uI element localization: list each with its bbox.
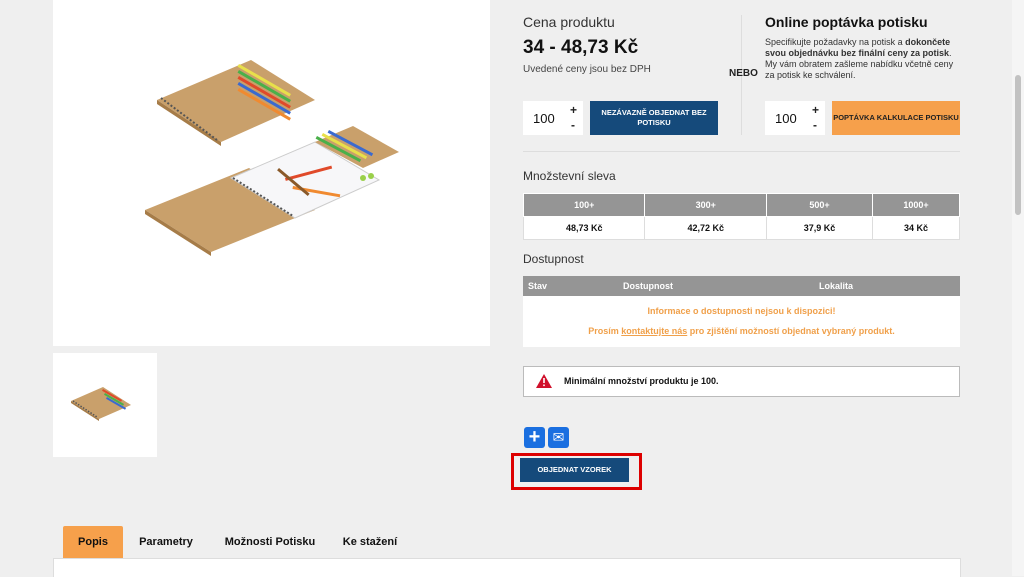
availability-message: Informace o dostupnosti nejsou k dispozi… <box>647 306 836 316</box>
tab-ke-stazeni[interactable]: Ke stažení <box>335 526 405 558</box>
inquiry-quantity-value[interactable]: 100 <box>775 111 797 126</box>
price-note: Uvedené ceny jsou bez DPH <box>523 64 651 75</box>
warning-icon <box>536 374 552 388</box>
availability-header-stav: Stav <box>528 281 548 291</box>
contact-link[interactable]: kontaktujte nás <box>621 326 687 336</box>
order-quantity-stepper[interactable]: 100 + - <box>523 101 583 135</box>
discount-header: 1000+ <box>872 193 960 217</box>
print-quote-button[interactable]: POPTÁVKA KALKULACE POTISKU <box>832 101 960 135</box>
product-thumbnail[interactable] <box>53 353 157 457</box>
price-label: Cena produktu <box>523 14 615 30</box>
discount-title: Množstevní sleva <box>523 169 616 183</box>
tab-parametry[interactable]: Parametry <box>131 526 201 558</box>
price-value: 34 - 48,73 Kč <box>523 37 639 58</box>
availability-table-header: Stav Dostupnost Lokalita <box>523 276 960 296</box>
order-quantity-minus[interactable]: - <box>571 118 575 132</box>
discount-price: 48,73 Kč <box>522 216 646 240</box>
inquiry-quantity-minus[interactable]: - <box>813 118 817 132</box>
order-without-print-button[interactable]: NEZÁVAZNĚ OBJEDNAT BEZ POTISKU <box>590 101 718 135</box>
inquiry-quantity-stepper[interactable]: 100 + - <box>765 101 825 135</box>
availability-header-lokalita: Lokalita <box>819 281 854 291</box>
nebo-label: NEBO <box>729 68 758 79</box>
share-plus-icon[interactable]: + <box>524 426 545 448</box>
discount-header: 300+ <box>644 193 767 217</box>
discount-header: 100+ <box>522 193 646 217</box>
scrollbar-thumb[interactable] <box>1015 75 1021 215</box>
share-email-icon[interactable]: ✉ <box>548 427 569 448</box>
order-sample-button[interactable]: OBJEDNAT VZOREK <box>520 458 629 482</box>
availability-info: Informace o dostupnosti nejsou k dispozi… <box>523 296 960 347</box>
discount-price: 42,72 Kč <box>644 216 767 240</box>
alert-text: Minimální množství produktu je 100. <box>564 376 719 386</box>
order-quantity-plus[interactable]: + <box>570 103 577 117</box>
product-image[interactable] <box>53 0 490 346</box>
availability-title: Dostupnost <box>523 252 584 266</box>
tab-moznosti-potisku[interactable]: Možnosti Potisku <box>215 526 325 558</box>
discount-price: 37,9 Kč <box>765 216 874 240</box>
discount-header: 500+ <box>765 193 874 217</box>
tab-popis[interactable]: Popis <box>63 526 123 558</box>
tab-content <box>53 558 961 577</box>
section-divider <box>523 151 960 152</box>
discount-table: 100+ 300+ 500+ 1000+ 48,73 Kč 42,72 Kč 3… <box>522 193 960 240</box>
inquiry-quantity-plus[interactable]: + <box>812 103 819 117</box>
inquiry-text: Specifikujte požadavky na potisk a dokon… <box>765 37 954 80</box>
availability-header-dostupnost: Dostupnost <box>623 281 673 291</box>
discount-price: 34 Kč <box>872 216 960 240</box>
availability-contact: Prosím kontaktujte nás pro zjištění možn… <box>588 326 895 336</box>
min-quantity-alert: Minimální množství produktu je 100. <box>523 366 960 397</box>
order-quantity-value[interactable]: 100 <box>533 111 555 126</box>
inquiry-title: Online poptávka potisku <box>765 14 928 30</box>
